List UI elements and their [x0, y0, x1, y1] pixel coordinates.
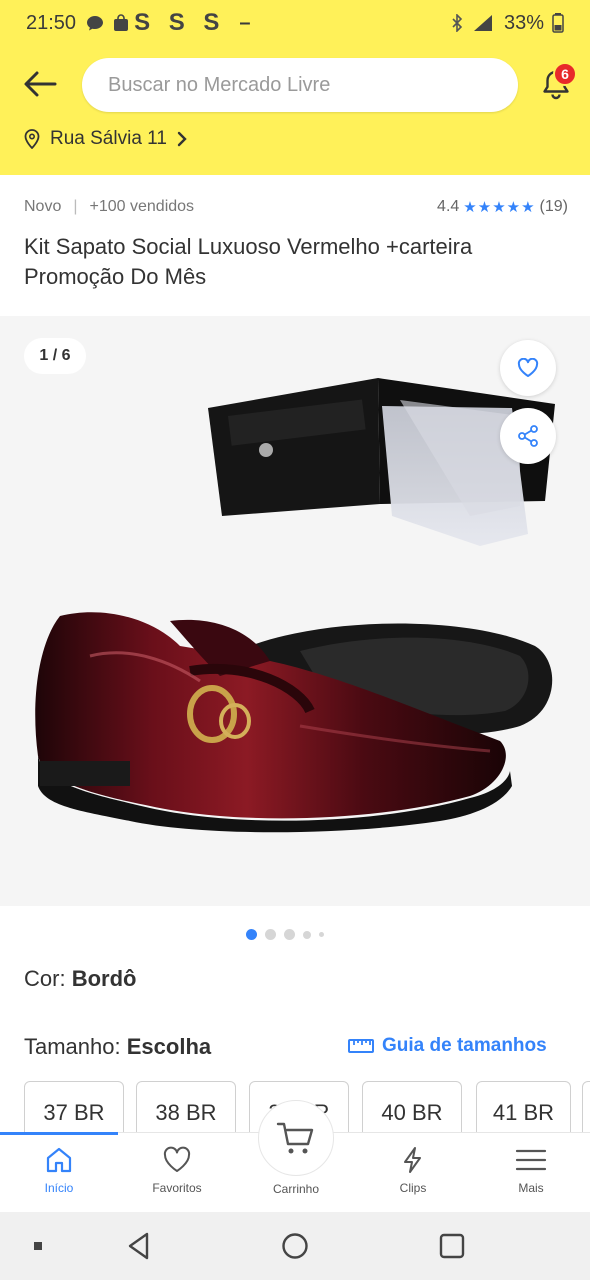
- size-guide-label: Guia de tamanhos: [382, 1035, 547, 1056]
- sold-count: +100 vendidos: [89, 198, 195, 215]
- ruler-icon: [348, 1039, 374, 1053]
- status-bar: 21:50 S S S – 33%: [0, 0, 590, 46]
- arrow-left-icon: [24, 71, 57, 97]
- color-label: Cor:: [24, 966, 66, 991]
- system-navigation-bar: [0, 1212, 590, 1280]
- back-triangle-icon[interactable]: [125, 1231, 153, 1261]
- share-icon: [518, 425, 538, 447]
- product-image: [35, 378, 555, 833]
- battery-icon: [552, 13, 564, 33]
- address-link[interactable]: Rua Sálvia 11: [24, 128, 187, 150]
- condition-label: Novo: [24, 198, 62, 215]
- home-circle-icon[interactable]: [280, 1231, 310, 1261]
- nav-item-carrinho[interactable]: [258, 1100, 334, 1176]
- signal-icon: [473, 15, 492, 31]
- size-option[interactable]: 37 BR: [24, 1081, 124, 1133]
- divider: |: [73, 198, 78, 215]
- product-title: Kit Sapato Social Luxuoso Vermelho +cart…: [24, 234, 473, 289]
- color-selector: Cor: Bordô: [24, 966, 136, 992]
- pagination-dot[interactable]: [284, 929, 295, 940]
- review-count: (19): [539, 198, 568, 215]
- location-pin-icon: [24, 129, 40, 149]
- chat-icon: [87, 16, 104, 31]
- product-gallery[interactable]: [0, 316, 590, 906]
- product-meta: Novo | +100 vendidos 4.4 ★★★★★ (19): [24, 198, 568, 216]
- size-option-partial[interactable]: [582, 1081, 590, 1133]
- search-input[interactable]: [108, 73, 518, 97]
- gallery-pagination: [246, 929, 324, 940]
- address-text: Rua Sálvia 11: [50, 128, 167, 149]
- favorite-button[interactable]: [500, 340, 556, 396]
- heart-icon: [163, 1146, 191, 1172]
- nav-label: Início: [44, 1181, 74, 1195]
- pagination-dot[interactable]: [303, 930, 311, 939]
- size-guide-link[interactable]: Guia de tamanhos: [348, 1035, 547, 1057]
- pagination-dot[interactable]: [265, 929, 276, 940]
- rating-value: 4.4: [437, 198, 460, 215]
- nav-label: Clips: [399, 1181, 427, 1195]
- nav-label-carrinho: Carrinho: [272, 1182, 320, 1196]
- battery-percent: 33%: [503, 11, 544, 34]
- size-selector-label: Tamanho: Escolha: [24, 1034, 211, 1060]
- size-value: Escolha: [126, 1034, 212, 1059]
- size-label: Tamanho:: [24, 1034, 121, 1059]
- nav-item-mais[interactable]: Mais: [472, 1133, 590, 1213]
- status-time: 21:50: [26, 11, 77, 34]
- home-icon: [46, 1147, 72, 1173]
- nav-item-clips[interactable]: Clips: [354, 1133, 472, 1213]
- back-button[interactable]: [22, 66, 58, 102]
- nav-label: Favoritos: [152, 1181, 202, 1195]
- size-option[interactable]: 38 BR: [136, 1081, 236, 1133]
- pagination-dot[interactable]: [246, 929, 257, 940]
- lightning-icon: [404, 1147, 421, 1173]
- nav-item-favoritos[interactable]: Favoritos: [118, 1133, 236, 1213]
- image-counter: 1 / 6: [24, 338, 86, 374]
- rating-stars: ★★★★★: [463, 199, 536, 216]
- share-button[interactable]: [500, 408, 556, 464]
- heart-icon: [517, 358, 539, 377]
- size-option[interactable]: 40 BR: [362, 1081, 462, 1133]
- notification-badge: 6: [553, 62, 577, 86]
- overview-square-icon[interactable]: [437, 1231, 467, 1261]
- shopping-bag-icon: [114, 14, 129, 31]
- menu-icon: [515, 1149, 547, 1171]
- color-value: Bordô: [71, 966, 137, 991]
- rating-summary[interactable]: 4.4 ★★★★★ (19): [437, 198, 568, 216]
- search-bar[interactable]: [82, 58, 518, 112]
- status-letters: S S S: [134, 9, 226, 36]
- recents-dot-icon[interactable]: [32, 1240, 44, 1252]
- chevron-right-icon: [177, 131, 187, 147]
- minus-icon: –: [239, 11, 251, 34]
- pagination-dot[interactable]: [319, 932, 324, 937]
- cart-icon: [276, 1122, 314, 1154]
- nav-label: Mais: [518, 1181, 544, 1195]
- bluetooth-icon: [452, 14, 463, 32]
- size-option[interactable]: 41 BR: [476, 1081, 571, 1133]
- nav-item-inicio[interactable]: Início: [0, 1133, 118, 1213]
